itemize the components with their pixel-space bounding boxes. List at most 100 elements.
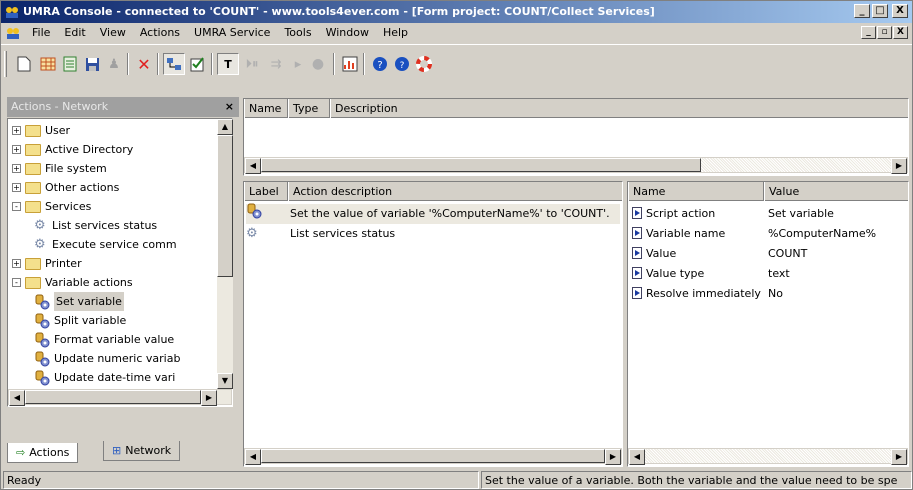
step-icon[interactable]: ⏵⏸ [241, 53, 263, 75]
network-view-icon[interactable] [163, 53, 185, 75]
property-row[interactable]: Resolve immediately No [632, 284, 906, 304]
tree-item[interactable]: Update numeric variab [34, 349, 180, 368]
title-bar[interactable]: UMRA Console - connected to 'COUNT' - ww… [1, 1, 912, 23]
step-into-icon[interactable]: ⇉ [265, 53, 287, 75]
menu-window[interactable]: Window [319, 23, 376, 43]
column-header-prop-name[interactable]: Name [628, 182, 764, 201]
tree-vertical-scrollbar[interactable]: ▲ ▼ [217, 119, 233, 389]
scroll-left-icon[interactable]: ◀ [629, 449, 645, 465]
tree-item[interactable]: + Printer [12, 254, 82, 273]
scroll-track[interactable] [645, 449, 891, 463]
scroll-track[interactable] [701, 158, 891, 172]
mdi-document-icon[interactable] [5, 26, 21, 40]
delete-icon[interactable]: ✕ [133, 53, 155, 75]
form-fields-horizontal-scrollbar[interactable]: ◀ ▶ [244, 157, 908, 174]
collapse-icon[interactable]: - [12, 278, 21, 287]
expand-icon[interactable]: + [12, 164, 21, 173]
property-row[interactable]: Value COUNT [632, 244, 906, 264]
scroll-thumb[interactable] [25, 390, 201, 404]
expand-icon[interactable]: + [12, 145, 21, 154]
menu-file[interactable]: File [25, 23, 57, 43]
scroll-down-icon[interactable]: ▼ [217, 373, 233, 389]
column-header-label[interactable]: Label [244, 182, 288, 201]
expand-icon[interactable]: + [12, 183, 21, 192]
action-row[interactable]: ⚙ List services status [246, 224, 620, 244]
tree-item[interactable]: ⚙ List services status [34, 216, 157, 235]
column-header-type[interactable]: Type [288, 99, 330, 118]
tab-network[interactable]: ⊞ Network [103, 441, 181, 461]
tree-item[interactable]: Format variable value [34, 330, 174, 349]
scroll-left-icon[interactable]: ◀ [9, 390, 25, 406]
menu-actions[interactable]: Actions [133, 23, 187, 43]
properties-horizontal-scrollbar[interactable]: ◀ ▶ [628, 448, 908, 465]
actions-tab-icon: ⇨ [16, 445, 26, 459]
close-button[interactable]: X [892, 4, 908, 18]
scroll-thumb[interactable] [261, 158, 701, 172]
collapse-icon[interactable]: - [12, 202, 21, 211]
chart-icon[interactable] [339, 53, 361, 75]
property-row[interactable]: Script action Set variable [632, 204, 906, 224]
tree-horizontal-scrollbar[interactable]: ◀ ▶ [8, 389, 232, 406]
property-row[interactable]: Variable name %ComputerName% [632, 224, 906, 244]
expand-icon[interactable]: + [12, 259, 21, 268]
help-icon[interactable]: ? [369, 53, 391, 75]
tree-item[interactable]: Set variable [34, 292, 124, 311]
stop-icon[interactable]: ● [307, 53, 329, 75]
column-header-prop-value[interactable]: Value [764, 182, 908, 201]
tree-item[interactable]: + User [12, 121, 70, 140]
menu-umra-service[interactable]: UMRA Service [187, 23, 277, 43]
tree-item[interactable]: + Other actions [12, 178, 119, 197]
menu-tools[interactable]: Tools [277, 23, 318, 43]
tree-item[interactable]: - Variable actions [12, 273, 133, 292]
menu-edit[interactable]: Edit [57, 23, 92, 43]
run-icon[interactable]: ▸ [287, 53, 309, 75]
action-row[interactable]: Set the value of variable '%ComputerName… [246, 203, 620, 224]
tree-item-label: Execute service comm [52, 238, 177, 251]
scroll-right-icon[interactable]: ▶ [891, 158, 907, 174]
mdi-minimize-button[interactable]: _ [861, 26, 876, 39]
scroll-left-icon[interactable]: ◀ [245, 449, 261, 465]
column-header-description[interactable]: Description [330, 99, 908, 118]
text-mode-icon[interactable]: T [217, 53, 239, 75]
menu-help[interactable]: Help [376, 23, 415, 43]
action-description: List services status [290, 227, 396, 240]
folder-icon [25, 200, 41, 213]
context-help-icon[interactable]: ? [391, 53, 413, 75]
tree-item[interactable]: - Services [12, 197, 91, 216]
panel-close-icon[interactable]: × [225, 97, 234, 117]
scroll-up-icon[interactable]: ▲ [217, 119, 233, 135]
lifebuoy-icon[interactable] [413, 53, 435, 75]
tree-item-label: Active Directory [45, 143, 134, 156]
scroll-right-icon[interactable]: ▶ [605, 449, 621, 465]
tree-item[interactable]: ⚙ Execute service comm [34, 235, 177, 254]
save-icon[interactable] [81, 53, 103, 75]
property-icon [632, 287, 642, 299]
scroll-thumb[interactable] [261, 449, 605, 463]
mdi-close-button[interactable]: X [893, 26, 908, 39]
scroll-left-icon[interactable]: ◀ [245, 158, 261, 174]
tab-actions[interactable]: ⇨ Actions [7, 443, 79, 463]
table-icon[interactable] [37, 53, 59, 75]
maximize-button[interactable]: □ [872, 4, 888, 18]
tree-item-label: Format variable value [54, 333, 175, 346]
minimize-button[interactable]: _ [854, 4, 870, 18]
menu-view[interactable]: View [93, 23, 133, 43]
tree-item[interactable]: Split variable [34, 311, 126, 330]
scroll-thumb[interactable] [217, 135, 233, 277]
new-document-icon[interactable] [13, 53, 35, 75]
toolbar-grip[interactable] [4, 51, 7, 77]
expand-icon[interactable]: + [12, 126, 21, 135]
tree-item[interactable]: + Active Directory [12, 140, 133, 159]
form-icon[interactable] [59, 53, 81, 75]
tree-item[interactable]: Update date-time vari [34, 368, 175, 387]
checklist-icon[interactable] [187, 53, 209, 75]
property-row[interactable]: Value type text [632, 264, 906, 284]
column-header-name[interactable]: Name [244, 99, 288, 118]
tree-item[interactable]: + File system [12, 159, 107, 178]
actions-horizontal-scrollbar[interactable]: ◀ ▶ [244, 448, 622, 465]
bell-icon[interactable]: ♟ [103, 53, 125, 75]
column-header-action-description[interactable]: Action description [288, 182, 622, 201]
scroll-right-icon[interactable]: ▶ [201, 390, 217, 406]
scroll-right-icon[interactable]: ▶ [891, 449, 907, 465]
mdi-restore-button[interactable]: ▫ [877, 26, 892, 39]
